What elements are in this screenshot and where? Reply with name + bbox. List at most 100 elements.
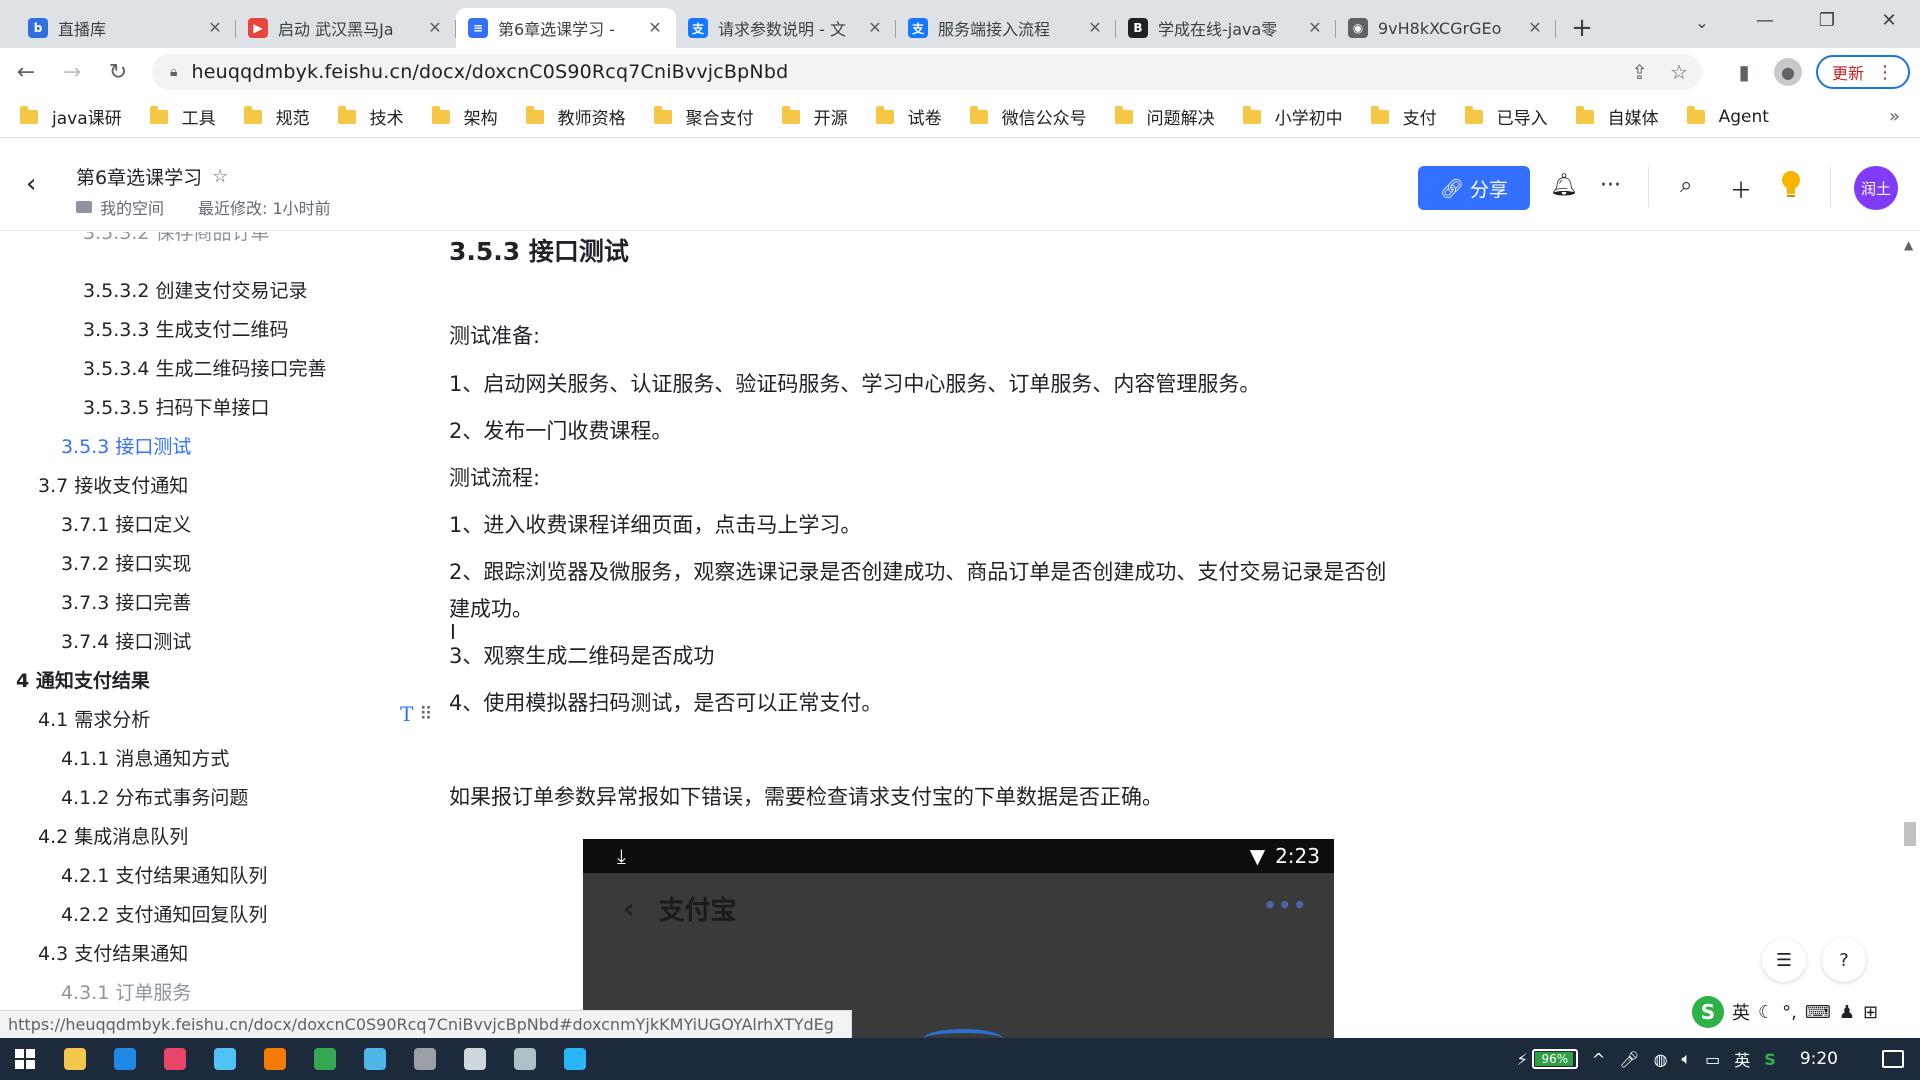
lightbulb-icon[interactable] <box>1780 169 1802 199</box>
keyboard-icon[interactable]: ⌨ <box>1805 1002 1831 1023</box>
outline-item[interactable]: 4.2 集成消息队列 <box>38 822 188 849</box>
browser-tab[interactable]: 支服务端接入流程 ✕ <box>896 8 1116 48</box>
bookmark-folder[interactable]: 微信公众号 <box>969 104 1087 129</box>
outline-item[interactable]: 3.7.1 接口定义 <box>61 510 191 537</box>
edge-icon[interactable] <box>100 1038 150 1080</box>
bookmark-folder[interactable]: 支付 <box>1370 104 1437 129</box>
network-app-icon[interactable]: ◍ <box>1654 1050 1668 1069</box>
browser-tab[interactable]: ≡ 第6章选课学习 - ✕ <box>456 8 676 48</box>
outline-item[interactable]: 3.5.3.5 扫码下单接口 <box>83 393 270 420</box>
chrome-icon[interactable] <box>300 1038 350 1080</box>
side-panel-icon[interactable]: ▮ <box>1728 56 1760 88</box>
display-icon[interactable]: ▭ <box>1705 1050 1720 1069</box>
back-button[interactable]: ← <box>6 52 46 92</box>
paragraph[interactable]: 测试流程: <box>449 462 540 492</box>
outline-item[interactable]: 3.5.3.2 创建支付交易记录 <box>83 276 308 303</box>
bookmark-folder[interactable]: 工具 <box>149 104 216 129</box>
address-url[interactable]: heuqqdmbyk.feishu.cn/docx/doxcnC0S90Rcq7… <box>191 61 788 83</box>
bookmark-folder[interactable]: 试卷 <box>875 104 942 129</box>
drag-handle-icon[interactable]: ⠿ <box>419 704 432 725</box>
user-icon[interactable]: ♟ <box>1839 1002 1855 1023</box>
browser-tab[interactable]: ▶ 启动 武汉黑马Ja ✕ <box>236 8 456 48</box>
outline-item[interactable]: 4.2.1 支付结果通知队列 <box>61 861 267 888</box>
bookmark-folder[interactable]: 架构 <box>431 104 498 129</box>
paragraph[interactable]: 1、启动网关服务、认证服务、验证码服务、学习中心服务、订单服务、内容管理服务。 <box>449 368 1260 398</box>
doc-title[interactable]: 第6章选课学习 <box>76 163 202 190</box>
doc-location[interactable]: 我的空间 <box>100 195 164 219</box>
bookmark-star-icon[interactable]: ☆ <box>1670 60 1688 84</box>
doc-back-icon[interactable]: ‹ <box>26 169 36 199</box>
outline-item[interactable]: 3.5.3.4 生成二维码接口完善 <box>83 354 327 381</box>
update-button[interactable]: 更新 ⋮ <box>1815 55 1910 89</box>
apps-grid-icon[interactable]: ⊞ <box>1863 1002 1878 1023</box>
ime-language[interactable]: 英 <box>1732 999 1750 1025</box>
outline-item[interactable]: 3.5.3.3 生成支付二维码 <box>83 315 289 342</box>
add-icon[interactable]: ＋ <box>1730 173 1752 205</box>
bookmark-folder[interactable]: 技术 <box>337 104 404 129</box>
close-tab-icon[interactable]: ✕ <box>1526 19 1544 37</box>
bookmark-folder[interactable]: java课研 <box>20 104 122 129</box>
browser-tab[interactable]: 支请求参数说明 - 文 ✕ <box>676 8 896 48</box>
block-handle[interactable]: T ⠿ <box>400 698 444 730</box>
outline-item[interactable]: 4.3 支付结果通知 <box>38 939 188 966</box>
browser-tab[interactable]: b 直播库 ✕ <box>16 8 236 48</box>
paragraph[interactable]: 测试准备: <box>449 320 540 350</box>
tab-search-icon[interactable]: ⌄ <box>1684 8 1720 36</box>
paragraph[interactable]: 4、使用模拟器扫码测试，是否可以正常支付。 <box>449 687 882 717</box>
paragraph[interactable]: 1、进入收费课程详细页面，点击马上学习。 <box>449 509 861 539</box>
search-icon[interactable]: ⌕ <box>1680 173 1692 198</box>
app-icon[interactable] <box>350 1038 400 1080</box>
close-tab-icon[interactable]: ✕ <box>646 19 664 37</box>
scroll-up-icon[interactable]: ▲ <box>1904 238 1913 252</box>
outline-item[interactable]: 4 通知支付结果 <box>16 666 150 693</box>
browser-tab[interactable]: ◉ 9vH8kXCGrGEo ✕ <box>1336 8 1556 48</box>
new-tab-button[interactable]: + <box>1562 8 1602 48</box>
favorite-star-icon[interactable]: ☆ <box>212 166 228 187</box>
minimize-button[interactable]: — <box>1734 0 1796 40</box>
office-icon[interactable] <box>250 1038 300 1080</box>
paragraph[interactable]: 如果报订单参数异常报如下错误，需要检查请求支付宝的下单数据是否正确。 <box>449 781 1163 811</box>
volume-icon[interactable]: 🔈︎ <box>1682 1049 1692 1069</box>
outline-item[interactable]: 3.7.2 接口实现 <box>61 549 191 576</box>
bookmarks-overflow-icon[interactable]: » <box>1889 106 1900 127</box>
close-tab-icon[interactable]: ✕ <box>866 19 884 37</box>
bookmark-folder[interactable]: Agent <box>1686 105 1769 127</box>
paragraph[interactable]: 2、跟踪浏览器及微服务，观察选课记录是否创建成功、商品订单是否创建成功、支付交易… <box>449 556 1386 586</box>
embedded-screenshot[interactable]: ⤓ ▼ 2:23 ‹ 支付宝 ••• <box>583 839 1334 1038</box>
clock[interactable]: 9:20 <box>1800 1049 1838 1069</box>
profile-avatar-icon[interactable]: ● <box>1773 58 1802 86</box>
browser-tab[interactable]: B 学成在线-java零 ✕ <box>1116 8 1336 48</box>
moon-icon[interactable]: ☾ <box>1758 1002 1774 1023</box>
close-tab-icon[interactable]: ✕ <box>426 19 444 37</box>
bookmark-folder[interactable]: 自媒体 <box>1575 104 1659 129</box>
outline-item[interactable]: 3.7.4 接口测试 <box>61 627 191 654</box>
bookmark-folder[interactable]: 开源 <box>781 104 848 129</box>
paragraph-continuation[interactable]: 建成功。 <box>449 593 533 623</box>
intellij-icon[interactable] <box>150 1038 200 1080</box>
browser-icon[interactable] <box>200 1038 250 1080</box>
more-options-icon[interactable]: ··· <box>1600 173 1621 198</box>
input-language[interactable]: 英 <box>1734 1047 1750 1071</box>
mic-icon[interactable]: 🎤︎ <box>1619 1050 1639 1069</box>
close-tab-icon[interactable]: ✕ <box>1086 19 1104 37</box>
tray-chevron-icon[interactable]: ^ <box>1592 1050 1605 1069</box>
close-window-button[interactable]: ✕ <box>1858 0 1920 40</box>
outline-item[interactable]: 4.2.2 支付通知回复队列 <box>61 900 267 927</box>
notification-bell-icon[interactable]: 🔔︎ <box>1550 173 1578 198</box>
forward-button[interactable]: → <box>52 52 92 92</box>
bookmark-folder[interactable]: 小学初中 <box>1242 104 1343 129</box>
notification-center-icon[interactable] <box>1882 1050 1904 1068</box>
bookmark-folder[interactable]: 已导入 <box>1464 104 1548 129</box>
share-button[interactable]: 🔗︎ 分享 <box>1418 166 1530 210</box>
outline-item[interactable]: 3.5.3.2 保存商品订单 <box>83 232 270 245</box>
bookmark-folder[interactable]: 问题解决 <box>1114 104 1215 129</box>
sogou-tray-icon[interactable]: S <box>1764 1050 1776 1069</box>
file-explorer-icon[interactable] <box>50 1038 100 1080</box>
sogou-ime-icon[interactable]: S <box>1692 996 1724 1028</box>
outline-toggle-icon[interactable]: ☰ <box>1762 938 1806 982</box>
outline-item[interactable]: 4.1.1 消息通知方式 <box>61 744 229 771</box>
bookmark-folder[interactable]: 教师资格 <box>525 104 626 129</box>
bookmark-folder[interactable]: 聚合支付 <box>653 104 754 129</box>
outline-item[interactable]: 3.5.3 接口测试 <box>61 432 191 459</box>
content-scrollbar[interactable]: ▲ <box>1900 232 1920 1038</box>
